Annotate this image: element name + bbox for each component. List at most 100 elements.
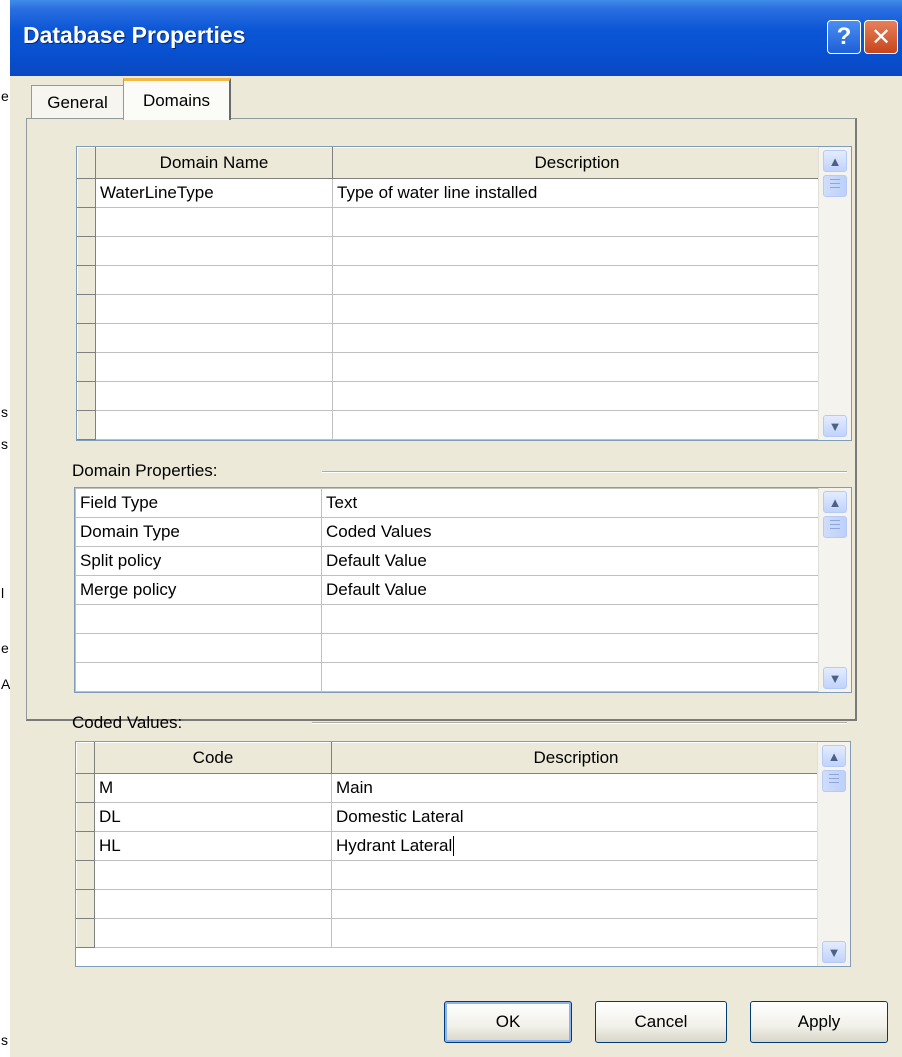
description-cell[interactable]	[332, 323, 822, 353]
code-cell[interactable]	[94, 860, 332, 890]
row-selector[interactable]	[76, 918, 95, 948]
domains-grid: Domain Name Description WaterLineType Typ…	[76, 146, 852, 441]
column-header-code[interactable]: Code	[94, 742, 332, 774]
property-value[interactable]	[321, 604, 820, 634]
column-header-description[interactable]: Description	[332, 147, 822, 179]
table-row[interactable]: HL Hydrant Lateral	[76, 831, 821, 861]
property-row[interactable]: Domain Type Coded Values	[75, 517, 820, 547]
row-selector[interactable]	[77, 178, 96, 208]
property-row[interactable]	[75, 662, 820, 692]
code-cell[interactable]: M	[94, 773, 332, 803]
property-value[interactable]	[321, 633, 820, 663]
row-selector[interactable]	[77, 410, 96, 440]
property-row[interactable]: Field Type Text	[75, 488, 820, 518]
table-row[interactable]	[76, 860, 821, 890]
property-value[interactable]: Default Value	[321, 546, 820, 576]
table-row[interactable]	[77, 381, 822, 411]
table-row[interactable]	[76, 918, 821, 948]
row-selector[interactable]	[76, 773, 95, 803]
property-row[interactable]	[75, 633, 820, 663]
table-row[interactable]	[77, 323, 822, 353]
row-selector[interactable]	[76, 802, 95, 832]
description-cell[interactable]: Domestic Lateral	[331, 802, 821, 832]
scroll-down-button[interactable]: ▼	[823, 667, 847, 689]
column-header-domain-name[interactable]: Domain Name	[95, 147, 333, 179]
description-cell[interactable]: Type of water line installed	[332, 178, 822, 208]
property-row[interactable]	[75, 604, 820, 634]
table-row[interactable]	[77, 207, 822, 237]
description-cell[interactable]	[332, 265, 822, 295]
table-row[interactable]	[77, 294, 822, 324]
description-cell[interactable]	[332, 381, 822, 411]
scroll-thumb[interactable]	[823, 175, 847, 197]
domain-name-cell[interactable]	[95, 352, 333, 382]
row-selector[interactable]	[77, 381, 96, 411]
code-cell[interactable]: DL	[94, 802, 332, 832]
row-selector[interactable]	[77, 236, 96, 266]
property-row[interactable]: Merge policy Default Value	[75, 575, 820, 605]
description-cell[interactable]	[331, 918, 821, 948]
title-bar[interactable]: Database Properties ? ✕	[10, 0, 902, 76]
scroll-down-button[interactable]: ▼	[822, 941, 846, 963]
vertical-scrollbar[interactable]: ▲ ▼	[817, 742, 850, 966]
scroll-thumb[interactable]	[823, 516, 847, 538]
domain-name-cell[interactable]	[95, 294, 333, 324]
row-selector[interactable]	[77, 294, 96, 324]
table-row[interactable]	[77, 236, 822, 266]
table-row[interactable]	[76, 889, 821, 919]
code-cell[interactable]	[94, 918, 332, 948]
property-row[interactable]: Split policy Default Value	[75, 546, 820, 576]
description-cell[interactable]	[332, 236, 822, 266]
description-cell[interactable]: Main	[331, 773, 821, 803]
domain-name-cell[interactable]	[95, 207, 333, 237]
help-button[interactable]: ?	[827, 20, 861, 54]
scroll-down-button[interactable]: ▼	[823, 415, 847, 437]
property-value[interactable]: Text	[321, 488, 820, 518]
domain-name-cell[interactable]	[95, 323, 333, 353]
code-cell[interactable]	[94, 889, 332, 919]
table-row[interactable]	[77, 265, 822, 295]
table-row[interactable]: WaterLineType Type of water line installe…	[77, 178, 822, 208]
description-cell[interactable]	[332, 207, 822, 237]
row-selector[interactable]	[77, 265, 96, 295]
property-value[interactable]: Default Value	[321, 575, 820, 605]
description-cell[interactable]	[331, 889, 821, 919]
description-cell[interactable]	[332, 410, 822, 440]
row-selector[interactable]	[76, 860, 95, 890]
vertical-scrollbar[interactable]: ▲ ▼	[818, 147, 851, 440]
column-header-description[interactable]: Description	[331, 742, 821, 774]
row-selector[interactable]	[76, 889, 95, 919]
table-row[interactable]	[77, 410, 822, 440]
description-cell[interactable]: Hydrant Lateral	[331, 831, 821, 861]
close-button[interactable]: ✕	[864, 20, 898, 54]
row-selector[interactable]	[77, 207, 96, 237]
domain-name-cell[interactable]	[95, 236, 333, 266]
description-cell[interactable]	[332, 352, 822, 382]
scroll-up-button[interactable]: ▲	[823, 150, 847, 172]
code-cell[interactable]: HL	[94, 831, 332, 861]
property-value[interactable]: Coded Values	[321, 517, 820, 547]
table-row[interactable]	[77, 352, 822, 382]
ok-button[interactable]: OK	[444, 1001, 572, 1043]
domain-name-cell[interactable]	[95, 265, 333, 295]
description-text[interactable]: Hydrant Lateral	[336, 836, 452, 855]
domain-name-cell[interactable]	[95, 410, 333, 440]
cancel-button[interactable]: Cancel	[595, 1001, 727, 1043]
tab-domains[interactable]: Domains	[123, 78, 231, 120]
property-value[interactable]	[321, 662, 820, 692]
table-row[interactable]: DL Domestic Lateral	[76, 802, 821, 832]
row-selector[interactable]	[77, 352, 96, 382]
vertical-scrollbar[interactable]: ▲ ▼	[818, 488, 851, 692]
domain-name-cell[interactable]	[95, 381, 333, 411]
scroll-thumb[interactable]	[822, 770, 846, 792]
scroll-up-button[interactable]: ▲	[823, 491, 847, 513]
row-selector[interactable]	[76, 831, 95, 861]
description-cell[interactable]	[332, 294, 822, 324]
scroll-up-button[interactable]: ▲	[822, 745, 846, 767]
table-row[interactable]: M Main	[76, 773, 821, 803]
apply-button[interactable]: Apply	[750, 1001, 888, 1043]
row-selector[interactable]	[77, 323, 96, 353]
tab-general[interactable]: General	[31, 85, 123, 119]
domain-name-cell[interactable]: WaterLineType	[95, 178, 333, 208]
description-cell[interactable]	[331, 860, 821, 890]
